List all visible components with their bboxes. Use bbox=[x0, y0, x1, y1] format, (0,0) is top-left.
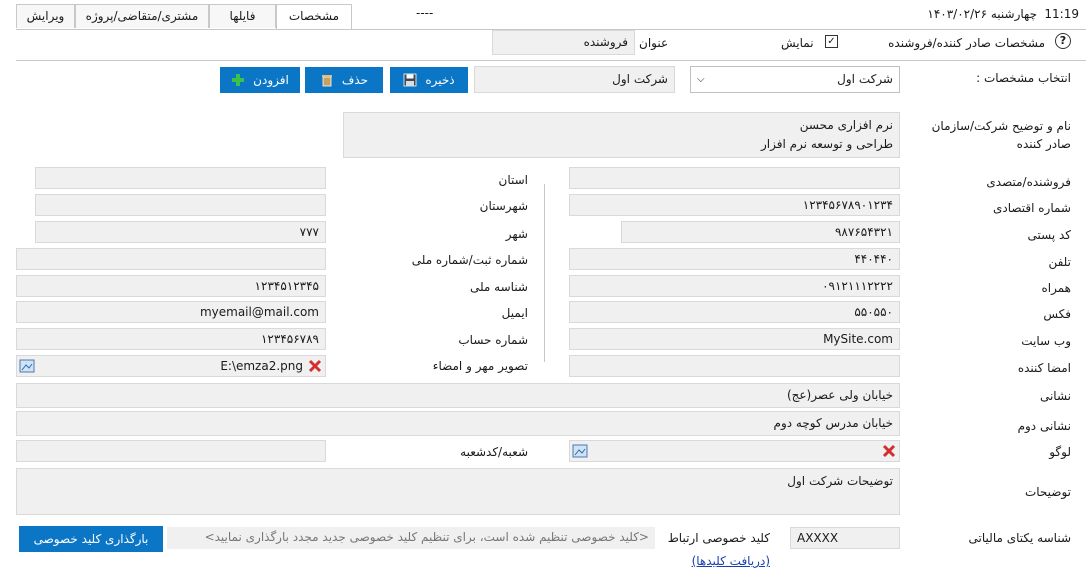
subject-label: عنوان bbox=[639, 36, 669, 50]
address-field[interactable]: خیابان ولی عصر(عج) bbox=[16, 383, 900, 408]
center-placeholder: ---- bbox=[416, 6, 434, 20]
economic-number-field[interactable]: ۱۲۳۴۵۶۷۸۹۰۱۲۳۴ bbox=[569, 194, 900, 216]
browse-image-icon[interactable] bbox=[19, 359, 35, 373]
floppy-icon bbox=[403, 73, 417, 87]
city-field[interactable]: ۷۷۷ bbox=[35, 221, 326, 243]
remove-image-icon[interactable] bbox=[308, 359, 322, 373]
tab-files[interactable]: فایلها bbox=[209, 4, 276, 28]
header-divider bbox=[16, 60, 1086, 61]
registration-number-label: شماره ثبت/شماره ملی bbox=[411, 253, 528, 267]
chevron-down-icon: ⌵ bbox=[697, 74, 705, 85]
spec-name-field[interactable]: شرکت اول bbox=[474, 66, 675, 93]
trash-icon bbox=[321, 75, 332, 87]
seal-image-label: تصویر مهر و امضاء bbox=[432, 359, 528, 373]
county-label: شهرستان bbox=[479, 199, 528, 213]
county-field[interactable] bbox=[35, 194, 326, 216]
registration-number-field[interactable] bbox=[16, 248, 326, 270]
postal-code-field[interactable]: ۹۸۷۶۵۴۳۲۱ bbox=[621, 221, 900, 243]
company-name-line: نرم افزاری محسن bbox=[799, 118, 893, 132]
add-button-label: افزودن bbox=[253, 73, 289, 87]
company-label-line2: صادر کننده bbox=[1016, 137, 1071, 151]
fax-label: فکس bbox=[1043, 307, 1071, 321]
tab-edit[interactable]: ویرایش bbox=[16, 4, 75, 28]
seal-image-field[interactable]: E:\emza2.png bbox=[16, 355, 326, 377]
description-field[interactable]: توضیحات شرکت اول bbox=[16, 468, 900, 515]
seller-field[interactable] bbox=[569, 167, 900, 189]
logo-field[interactable] bbox=[569, 440, 900, 462]
logo-label: لوگو bbox=[1049, 445, 1071, 459]
tab-specifications[interactable]: مشخصات bbox=[276, 4, 352, 30]
spec-dropdown-value: شرکت اول bbox=[837, 72, 893, 86]
remove-logo-icon[interactable] bbox=[882, 444, 896, 458]
province-label: استان bbox=[498, 173, 528, 187]
postal-code-label: کد پستی bbox=[1027, 228, 1072, 242]
phone-field[interactable]: ۴۴۰۴۴۰ bbox=[569, 248, 900, 270]
economic-number-label: شماره اقتصادی bbox=[992, 201, 1071, 215]
email-label: ایمیل bbox=[501, 306, 528, 320]
save-button-label: ذخیره bbox=[425, 73, 455, 87]
subject-field[interactable]: فروشنده bbox=[492, 30, 635, 55]
tab-customer-project[interactable]: مشتری/متقاضی/پروژه bbox=[75, 4, 209, 28]
mobile-field[interactable]: ۰۹۱۲۱۱۱۲۲۲۲ bbox=[569, 275, 900, 297]
select-spec-label: انتخاب مشخصات : bbox=[976, 71, 1071, 85]
phone-label: تلفن bbox=[1048, 255, 1071, 269]
email-field[interactable]: myemail@mail.com bbox=[16, 301, 326, 323]
current-date: چهارشنبه ۱۴۰۳/۰۲/۲۶ bbox=[927, 7, 1037, 21]
account-number-field[interactable]: ۱۲۳۴۵۶۷۸۹ bbox=[16, 328, 326, 350]
tax-id-field[interactable]: AXXXX bbox=[790, 527, 900, 549]
browse-logo-icon[interactable] bbox=[572, 444, 588, 458]
description-label: توضیحات bbox=[1024, 485, 1071, 499]
national-id-label: شناسه ملی bbox=[469, 280, 528, 294]
signer-label: امضا کننده bbox=[1017, 361, 1071, 375]
address2-field[interactable]: خیابان مدرس کوچه دوم bbox=[16, 411, 900, 436]
section-title: مشخصات صادر کننده/فروشنده bbox=[888, 36, 1045, 50]
website-label: وب سایت bbox=[1021, 334, 1071, 348]
delete-button-label: حذف bbox=[341, 73, 369, 87]
private-key-status: <کلید خصوصی تنظیم شده است، برای تنظیم کل… bbox=[167, 527, 655, 549]
private-key-label: کلید خصوصی ارتباط bbox=[667, 531, 770, 545]
account-number-label: شماره حساب bbox=[458, 333, 528, 347]
mobile-label: همراه bbox=[1041, 281, 1071, 295]
city-label: شهر bbox=[505, 227, 528, 241]
plus-icon bbox=[232, 74, 245, 86]
address-label: نشانی bbox=[1039, 389, 1071, 403]
branch-label: شعبه/کدشعبه bbox=[460, 445, 528, 459]
delete-button[interactable]: حذف bbox=[305, 67, 383, 93]
company-desc-line: طراحی و توسعه نرم افزار bbox=[760, 137, 893, 151]
clock-time: 11:19 bbox=[1044, 7, 1079, 21]
help-icon[interactable]: ? bbox=[1055, 33, 1071, 49]
show-label: نمایش bbox=[781, 36, 814, 50]
company-label-line1: نام و توضیح شرکت/سازمان bbox=[931, 119, 1071, 133]
website-field[interactable]: MySite.com bbox=[569, 328, 900, 350]
fax-field[interactable]: ۵۵۰۵۵۰ bbox=[569, 301, 900, 323]
show-checkbox[interactable]: ✓ bbox=[825, 35, 838, 48]
signer-field[interactable] bbox=[569, 355, 900, 377]
get-keys-link[interactable]: (دریافت کلیدها) bbox=[668, 553, 770, 569]
upload-private-key-button[interactable]: بارگذاری کلید خصوصی bbox=[19, 526, 163, 552]
column-divider bbox=[544, 184, 545, 362]
branch-field[interactable] bbox=[16, 440, 326, 462]
company-description-field[interactable]: نرم افزاری محسن طراحی و توسعه نرم افزار bbox=[343, 112, 900, 158]
province-field[interactable] bbox=[35, 167, 326, 189]
address2-label: نشانی دوم bbox=[1017, 419, 1071, 433]
add-button[interactable]: افزودن bbox=[220, 67, 300, 93]
save-button[interactable]: ذخیره bbox=[390, 67, 468, 93]
spec-dropdown[interactable]: شرکت اول ⌵ bbox=[690, 66, 900, 93]
tax-id-label: شناسه یکتای مالیاتی bbox=[968, 531, 1071, 545]
national-id-field[interactable]: ۱۲۳۴۵۱۲۳۴۵ bbox=[16, 275, 326, 297]
seller-label: فروشنده/متصدی bbox=[986, 175, 1071, 189]
